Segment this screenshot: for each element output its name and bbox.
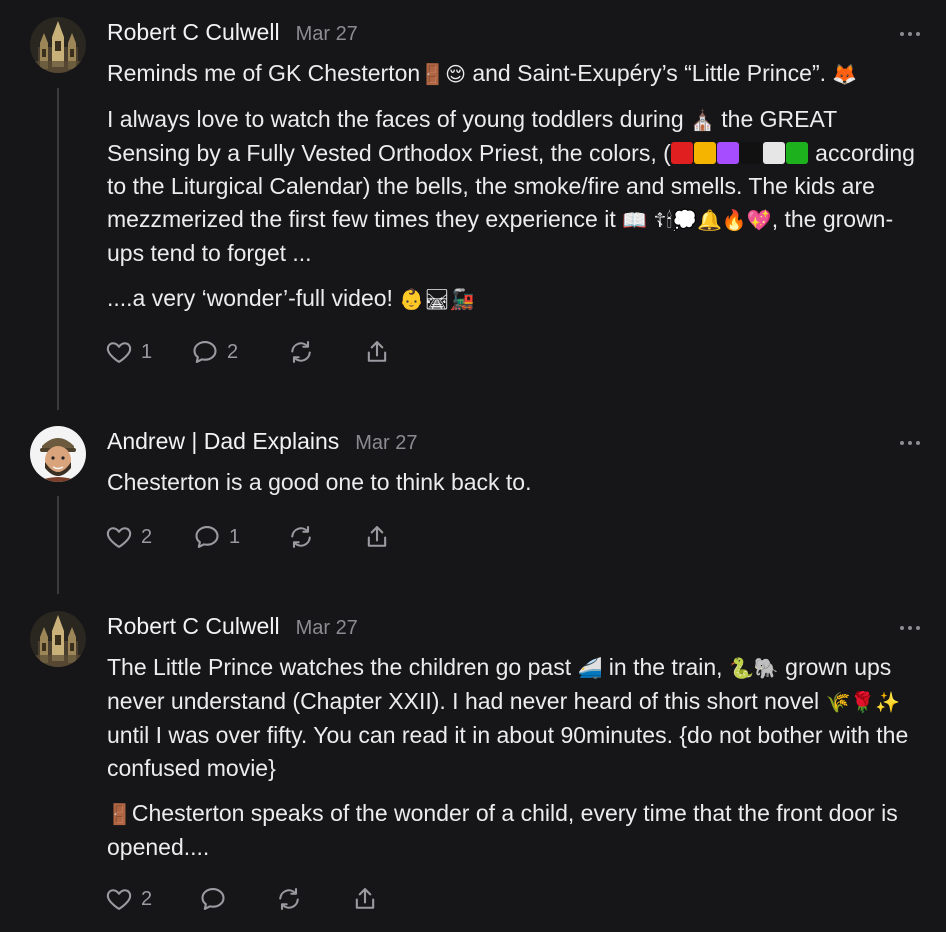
comment-paragraph: The Little Prince watches the children g…: [107, 654, 909, 781]
cartoon-man-avatar-icon: [30, 426, 86, 482]
heart-icon: [106, 889, 132, 910]
author-name[interactable]: Robert C Culwell: [107, 613, 280, 640]
comment-bubble-icon: [193, 341, 217, 363]
avatar[interactable]: [30, 426, 86, 482]
thread-line: [57, 496, 59, 594]
like-count: 2: [141, 525, 153, 548]
reply-count: 2: [227, 340, 239, 363]
comment-bubble-icon: [201, 888, 225, 910]
avatar[interactable]: [30, 611, 86, 667]
restack-icon: [291, 341, 311, 363]
yellow-square-icon: [693, 142, 716, 164]
restack-icon: [279, 888, 299, 910]
green-square-icon: [785, 142, 808, 164]
comment-bubble-icon: [195, 526, 219, 548]
comment-date[interactable]: Mar 27: [355, 432, 417, 455]
like-count: 2: [141, 887, 153, 910]
heart-icon: [106, 527, 132, 548]
thread-line: [57, 88, 59, 410]
church-emoji: ⛪: [690, 108, 715, 132]
avatar[interactable]: [30, 17, 86, 73]
white-square-icon: [762, 142, 785, 164]
heart-icon: [106, 342, 132, 363]
more-options-icon[interactable]: [900, 31, 920, 37]
comment-header: Andrew | Dad Explains Mar 27: [107, 428, 418, 458]
restack-button[interactable]: [275, 884, 303, 914]
fox-emoji: 🦊: [832, 62, 858, 86]
reply-button[interactable]: 1: [193, 522, 240, 552]
comment-header: Robert C Culwell Mar 27: [107, 19, 358, 49]
cathedral-avatar-icon: [30, 611, 86, 667]
red-square-icon: [670, 142, 693, 164]
door-emoji: 🚪: [107, 802, 132, 826]
like-button[interactable]: 2: [105, 522, 152, 552]
more-options-icon[interactable]: [900, 625, 920, 631]
reply-button[interactable]: [199, 884, 227, 914]
share-icon: [355, 888, 375, 909]
share-icon: [367, 526, 387, 547]
snake-elephant-emojis: 🐍🐘: [728, 656, 779, 680]
liturgical-color-swatches: [670, 140, 809, 166]
more-options-icon[interactable]: [900, 440, 920, 446]
comment-body: Chesterton is a good one to think back t…: [107, 466, 919, 511]
comment-paragraph: Reminds me of GK Chesterton🚪😌 and Saint-…: [107, 57, 919, 91]
bullet-train-emoji: 🚄: [577, 656, 603, 680]
purple-square-icon: [716, 142, 739, 164]
comment-paragraph: 🚪Chesterton speaks of the wonder of a ch…: [107, 800, 898, 860]
baby-train-emojis: 👶🛤🚂: [399, 287, 475, 311]
cathedral-avatar-icon: [30, 17, 86, 73]
comment-paragraph: Chesterton is a good one to think back t…: [107, 469, 532, 495]
door-relieved-emoji: 🚪😌: [420, 62, 466, 86]
share-button[interactable]: [363, 337, 391, 367]
author-name[interactable]: Andrew | Dad Explains: [107, 428, 339, 455]
comment-body: Reminds me of GK Chesterton🚪😌 and Saint-…: [107, 57, 919, 328]
share-button[interactable]: [351, 884, 379, 914]
comment-paragraph: I always love to watch the faces of youn…: [107, 106, 915, 266]
restack-button[interactable]: [287, 337, 315, 367]
like-count: 1: [141, 340, 153, 363]
wheat-rose-sparkles-emojis: 🌾🌹✨: [825, 690, 901, 714]
reply-button[interactable]: 2: [191, 337, 238, 367]
comment-body: The Little Prince watches the children g…: [107, 651, 919, 876]
comment-paragraph: ....a very ‘wonder’-full video! 👶🛤🚂: [107, 282, 919, 316]
like-button[interactable]: 1: [105, 337, 152, 367]
comment-header: Robert C Culwell Mar 27: [107, 613, 358, 643]
comment-date[interactable]: Mar 27: [296, 617, 358, 640]
black-square-icon: [739, 142, 762, 164]
like-button[interactable]: 2: [105, 884, 152, 914]
share-icon: [367, 341, 387, 362]
share-button[interactable]: [363, 522, 391, 552]
author-name[interactable]: Robert C Culwell: [107, 19, 280, 46]
restack-button[interactable]: [287, 522, 315, 552]
worship-emojis: 📖 ☦🕯💭🔔🔥💖: [622, 208, 772, 232]
comment-date[interactable]: Mar 27: [296, 23, 358, 46]
reply-count: 1: [229, 525, 241, 548]
restack-icon: [291, 526, 311, 548]
